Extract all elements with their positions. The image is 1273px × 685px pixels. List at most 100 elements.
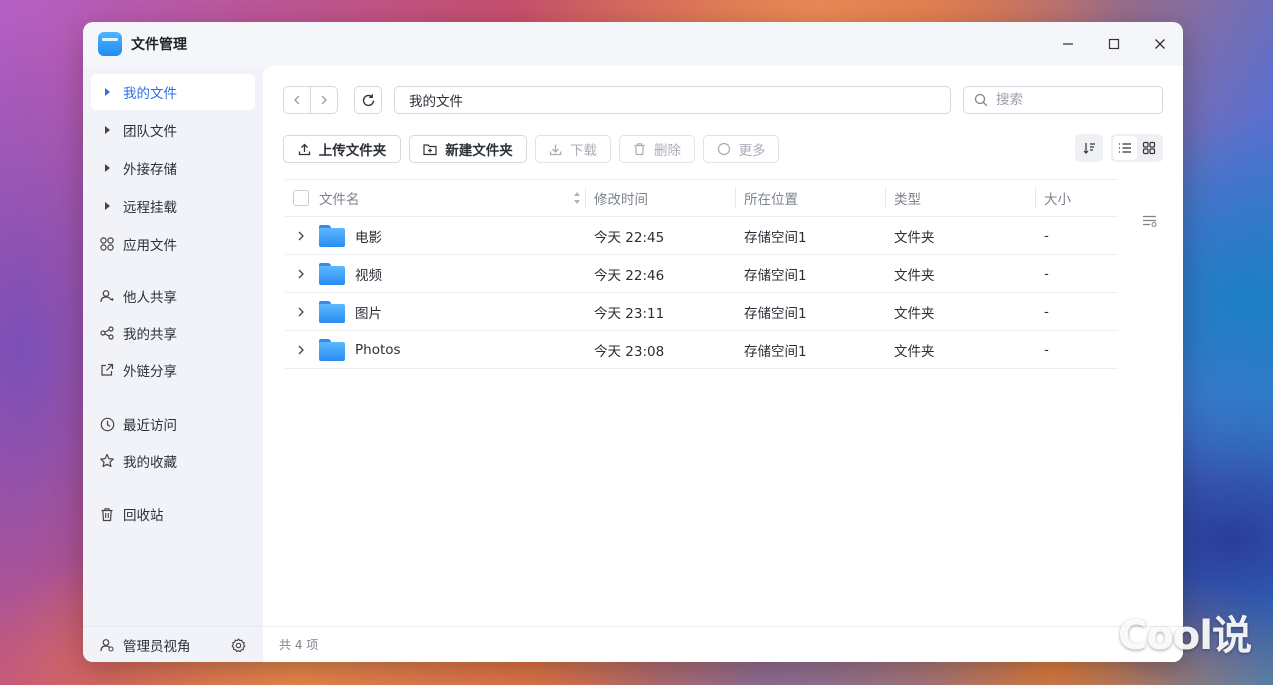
file-size: - (1044, 227, 1049, 244)
more-label: 更多 (738, 143, 766, 159)
back-button[interactable] (284, 87, 311, 113)
sidebar-item-recycle-bin[interactable]: 回收站 (91, 496, 255, 532)
path-bar[interactable]: 我的文件 (394, 86, 951, 114)
list-view-icon (1119, 143, 1131, 153)
file-name[interactable]: Photos (355, 342, 401, 358)
sort-button[interactable] (1075, 134, 1103, 162)
maximize-icon (1108, 38, 1120, 50)
sidebar: 我的文件 团队文件 外接存储 远程挂载 应用文件 他人共享 我的共享 外链分享 … (83, 66, 263, 662)
caret-right-icon (91, 164, 123, 172)
location: 存储空间1 (744, 305, 807, 322)
grid-view-icon (1142, 141, 1156, 155)
grid-view-button[interactable] (1137, 136, 1161, 160)
sidebar-item-label: 外链分享 (123, 364, 177, 380)
view-toggle (1111, 134, 1163, 162)
header-type[interactable]: 类型 (885, 188, 1035, 208)
file-table: 文件名 修改时间 所在位置 类型 大小 电影 今天 22:45 存储空间1 文件… (285, 179, 1118, 369)
watermark-logo: Cool说 (1117, 613, 1252, 659)
sidebar-item-my-shares[interactable]: 我的共享 (91, 315, 255, 351)
caret-right-icon (91, 88, 123, 96)
sidebar-item-recent[interactable]: 最近访问 (91, 406, 255, 442)
search-box[interactable] (963, 86, 1163, 114)
sidebar-item-my-files[interactable]: 我的文件 (91, 74, 255, 110)
star-icon (91, 453, 123, 469)
folder-icon (319, 224, 345, 247)
header-location[interactable]: 所在位置 (735, 188, 885, 208)
forward-button[interactable] (311, 87, 337, 113)
table-row[interactable]: Photos 今天 23:08 存储空间1 文件夹 - (285, 331, 1118, 369)
refresh-button[interactable] (354, 86, 382, 114)
file-size: - (1044, 303, 1049, 320)
folder-icon (319, 262, 345, 285)
status-bar: 共 4 项 (263, 626, 1183, 662)
sidebar-item-favorites[interactable]: 我的收藏 (91, 443, 255, 479)
app-icon (98, 32, 122, 56)
search-input[interactable] (996, 92, 1146, 108)
history-nav (283, 86, 338, 114)
chevron-right-icon[interactable] (291, 230, 311, 242)
sidebar-item-external-storage[interactable]: 外接存储 (91, 150, 255, 186)
sidebar-item-label: 他人共享 (123, 290, 177, 306)
sidebar-item-team-files[interactable]: 团队文件 (91, 112, 255, 148)
settings-icon[interactable] (231, 638, 246, 653)
clock-icon (91, 417, 123, 432)
file-name[interactable]: 图片 (355, 302, 382, 322)
sidebar-item-label: 我的共享 (123, 327, 177, 343)
download-icon (549, 143, 562, 156)
chevron-right-icon[interactable] (291, 268, 311, 280)
table-row[interactable]: 电影 今天 22:45 存储空间1 文件夹 - (285, 217, 1118, 255)
external-link-icon (91, 363, 123, 377)
table-row[interactable]: 视频 今天 22:46 存储空间1 文件夹 - (285, 255, 1118, 293)
table-row[interactable]: 图片 今天 23:11 存储空间1 文件夹 - (285, 293, 1118, 331)
file-type: 文件夹 (894, 343, 935, 360)
header-time[interactable]: 修改时间 (585, 188, 735, 208)
close-button[interactable] (1137, 22, 1183, 66)
select-all-checkbox[interactable] (293, 190, 309, 206)
sidebar-item-app-files[interactable]: 应用文件 (91, 226, 255, 262)
maximize-button[interactable] (1091, 22, 1137, 66)
refresh-icon (362, 93, 374, 106)
chevron-right-icon[interactable] (291, 306, 311, 318)
chevron-right-icon[interactable] (291, 344, 311, 356)
file-size: - (1044, 341, 1049, 358)
list-view-button[interactable] (1113, 136, 1137, 160)
folder-plus-icon (423, 143, 437, 156)
upload-folder-label: 上传文件夹 (318, 143, 387, 159)
header-name[interactable]: 文件名 (319, 188, 360, 208)
file-name[interactable]: 电影 (355, 226, 382, 246)
new-folder-button[interactable]: 新建文件夹 (409, 135, 527, 163)
sidebar-item-shared-with-me[interactable]: 他人共享 (91, 278, 255, 314)
upload-folder-button[interactable]: 上传文件夹 (283, 135, 401, 163)
modified-time: 今天 22:45 (594, 229, 665, 246)
delete-label: 删除 (654, 143, 681, 159)
modified-time: 今天 23:08 (594, 343, 665, 360)
sidebar-item-external-links[interactable]: 外链分享 (91, 352, 255, 388)
main-pane: 我的文件 上传文件夹 新建文件夹 下载 (263, 66, 1183, 662)
admin-view-label[interactable]: 管理员视角 (123, 635, 191, 655)
sort-arrows-icon[interactable] (573, 190, 581, 206)
minimize-icon (1063, 43, 1073, 45)
sidebar-item-label: 我的文件 (123, 86, 177, 102)
folder-icon (319, 338, 345, 361)
delete-button[interactable]: 删除 (619, 135, 695, 163)
file-type: 文件夹 (894, 267, 935, 284)
file-name[interactable]: 视频 (355, 264, 382, 284)
more-icon (717, 142, 731, 156)
sidebar-footer: 管理员视角 (83, 626, 263, 662)
location: 存储空间1 (744, 229, 807, 246)
minimize-button[interactable] (1045, 22, 1091, 66)
window-controls (1045, 22, 1183, 66)
caret-right-icon (91, 202, 123, 210)
table-header: 文件名 修改时间 所在位置 类型 大小 (285, 179, 1118, 217)
search-icon (974, 93, 988, 107)
sidebar-item-remote-mount[interactable]: 远程挂载 (91, 188, 255, 224)
more-button[interactable]: 更多 (703, 135, 779, 163)
sidebar-item-label: 应用文件 (123, 238, 177, 254)
sidebar-item-label: 我的收藏 (123, 455, 177, 471)
admin-view-icon (100, 638, 114, 652)
header-size[interactable]: 大小 (1035, 188, 1118, 208)
column-settings-icon[interactable] (1142, 214, 1158, 228)
item-count: 共 4 项 (279, 638, 319, 652)
sidebar-item-label: 回收站 (123, 508, 164, 524)
download-button[interactable]: 下载 (535, 135, 611, 163)
